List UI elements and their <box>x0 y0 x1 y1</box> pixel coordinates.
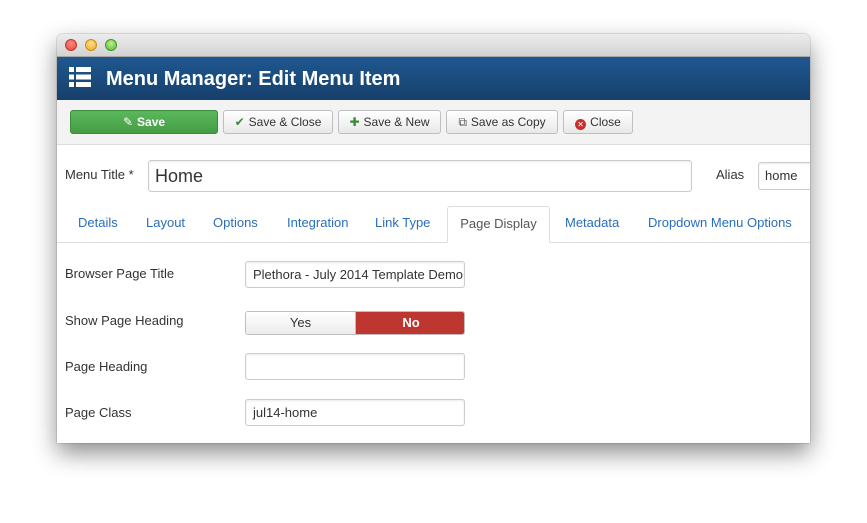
page-heading-label: Page Heading <box>65 359 148 374</box>
menu-title-input[interactable]: Home <box>148 160 692 192</box>
page-header: Menu Manager: Edit Menu Item <box>57 57 810 100</box>
browser-page-title-label: Browser Page Title <box>65 266 175 281</box>
page-class-label: Page Class <box>65 405 132 420</box>
tab-details[interactable]: Details <box>78 206 118 242</box>
page-heading-input[interactable] <box>245 353 465 380</box>
copy-icon: ⧉ <box>458 115 467 129</box>
close-button-label: Close <box>590 115 621 129</box>
window-zoom-icon[interactable] <box>105 39 117 51</box>
menu-title-label: Menu Title * <box>65 167 134 182</box>
show-page-heading-no-button[interactable]: No <box>356 312 464 334</box>
edit-icon: ✎ <box>122 115 134 129</box>
tab-options[interactable]: Options <box>213 206 258 242</box>
tab-dropdown-menu-options[interactable]: Dropdown Menu Options <box>648 206 792 242</box>
save-close-button[interactable]: ✔ Save & Close <box>223 110 333 134</box>
close-circle-icon: ✕ <box>575 119 587 130</box>
show-page-heading-label: Show Page Heading <box>65 313 184 328</box>
save-as-copy-button[interactable]: ⧉ Save as Copy <box>446 110 558 134</box>
toolbar: ✎ Save ✔ Save & Close ✚ Save & New ⧉ Save as… <box>57 100 810 145</box>
save-as-copy-button-label: Save as Copy <box>470 115 546 129</box>
tab-integration[interactable]: Integration <box>287 206 348 242</box>
show-page-heading-toggle: Yes No <box>245 311 465 335</box>
window-close-icon[interactable] <box>65 39 77 51</box>
page-title: Menu Manager: Edit Menu Item <box>106 68 401 90</box>
window-titlebar <box>57 34 810 57</box>
close-button[interactable]: ✕ Close <box>563 110 633 134</box>
tab-metadata[interactable]: Metadata <box>565 206 619 242</box>
window-minimize-icon[interactable] <box>85 39 97 51</box>
save-new-button[interactable]: ✚ Save & New <box>338 110 441 134</box>
app-window: Menu Manager: Edit Menu Item ✎ Save ✔ Save… <box>57 34 810 443</box>
tab-layout[interactable]: Layout <box>146 206 185 242</box>
tab-page-display[interactable]: Page Display <box>447 206 550 243</box>
check-icon: ✔ <box>234 115 245 129</box>
alias-input[interactable]: home <box>758 162 810 190</box>
tab-link-type[interactable]: Link Type <box>375 206 430 242</box>
save-button-label: Save <box>137 115 166 129</box>
save-close-button-label: Save & Close <box>248 115 322 129</box>
save-button[interactable]: ✎ Save <box>70 110 218 134</box>
page-class-input[interactable]: jul14-home <box>245 399 465 426</box>
plus-icon: ✚ <box>349 115 360 129</box>
list-icon <box>69 67 91 87</box>
browser-page-title-input[interactable]: Plethora - July 2014 Template Demo <box>245 261 465 288</box>
tab-bar: Details Layout Options Integration Link … <box>57 206 810 243</box>
alias-label: Alias <box>716 167 745 182</box>
show-page-heading-yes-button[interactable]: Yes <box>246 312 356 334</box>
save-new-button-label: Save & New <box>363 115 430 129</box>
